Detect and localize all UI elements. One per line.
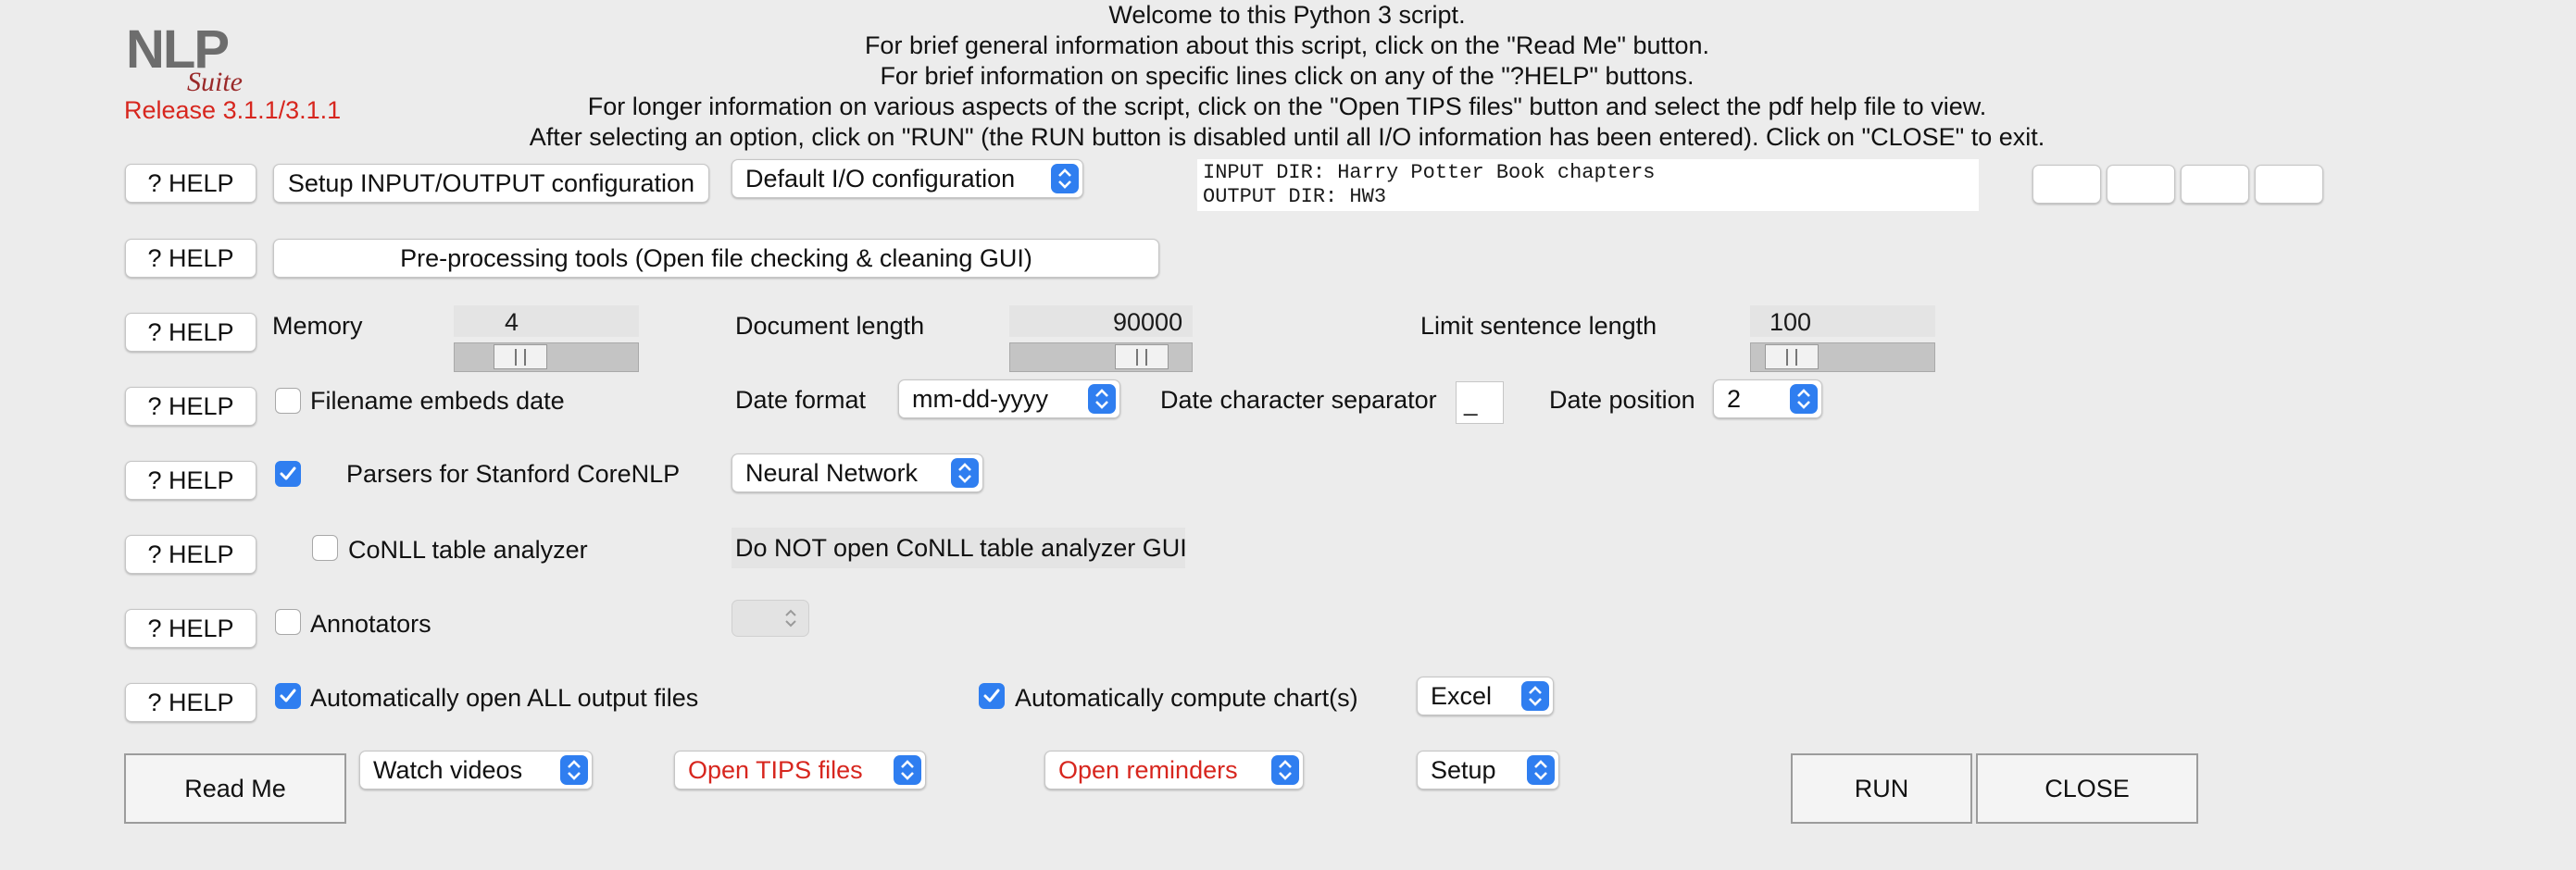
- input-dir-text: INPUT DIR: Harry Potter Book chapters: [1203, 161, 1656, 184]
- document-length-value: 90000: [1113, 308, 1183, 336]
- conll-analyzer-checkbox[interactable]: [312, 535, 338, 561]
- open-all-output-label: Automatically open ALL output files: [310, 684, 699, 712]
- release-label: Release 3.1.1/3.1.1: [124, 96, 342, 124]
- chart-package-select[interactable]: Excel: [1417, 677, 1554, 715]
- io-config-select[interactable]: Default I/O configuration: [732, 159, 1083, 198]
- setup-value: Setup: [1431, 755, 1496, 784]
- document-length-label: Document length: [735, 312, 925, 340]
- checkmark-icon: [983, 689, 1000, 702]
- annotators-label: Annotators: [310, 610, 431, 638]
- io-info-box: INPUT DIR: Harry Potter Book chapters OU…: [1197, 159, 1979, 211]
- stepper-arrows-icon: [1521, 681, 1549, 711]
- date-format-value: mm-dd-yyyy: [912, 384, 1048, 413]
- sentence-length-slider[interactable]: [1750, 342, 1935, 372]
- checkmark-icon: [280, 466, 296, 480]
- intro-line: For brief information on specific lines …: [880, 62, 1694, 90]
- intro-line: For longer information on various aspect…: [587, 93, 1987, 120]
- help-button-annotators[interactable]: ? HELP: [125, 609, 256, 648]
- parsers-checkbox[interactable]: [275, 461, 301, 487]
- parsers-label: Parsers for Stanford CoreNLP: [346, 460, 681, 488]
- shortcut-button-2[interactable]: [2107, 165, 2175, 204]
- stepper-arrows-icon: [1527, 755, 1555, 785]
- parser-type-value: Neural Network: [745, 458, 919, 487]
- memory-label: Memory: [272, 312, 363, 340]
- help-button-date[interactable]: ? HELP: [125, 387, 256, 426]
- watch-videos-value: Watch videos: [373, 755, 523, 784]
- help-button-memory[interactable]: ? HELP: [125, 313, 256, 352]
- date-position-select[interactable]: 2: [1713, 379, 1822, 418]
- compute-charts-checkbox[interactable]: [979, 683, 1005, 709]
- shortcut-button-3[interactable]: [2181, 165, 2249, 204]
- intro-line: After selecting an option, click on "RUN…: [529, 123, 2045, 151]
- intro-line: Welcome to this Python 3 script.: [1108, 1, 1466, 29]
- help-button-output[interactable]: ? HELP: [125, 683, 256, 722]
- intro-text: Welcome to this Python 3 script. For bri…: [407, 0, 2167, 153]
- sentence-length-label: Limit sentence length: [1420, 312, 1657, 340]
- shortcut-button-1[interactable]: [2032, 165, 2101, 204]
- stepper-arrows-icon: [951, 458, 979, 488]
- read-me-button[interactable]: Read Me: [124, 753, 346, 824]
- memory-slider[interactable]: [454, 342, 639, 372]
- close-button[interactable]: CLOSE: [1976, 753, 2198, 824]
- date-position-label: Date position: [1549, 386, 1695, 414]
- compute-charts-label: Automatically compute chart(s): [1015, 684, 1358, 712]
- watch-videos-select[interactable]: Watch videos: [359, 751, 593, 789]
- annotators-checkbox[interactable]: [275, 609, 301, 635]
- open-tips-value: Open TIPS files: [688, 755, 863, 784]
- nlp-suite-logo: NLP Suite: [126, 19, 274, 97]
- output-dir-text: OUTPUT DIR: HW3: [1203, 185, 1387, 208]
- slider-thumb[interactable]: [494, 344, 547, 369]
- date-separator-input[interactable]: _: [1456, 381, 1504, 424]
- io-config-value: Default I/O configuration: [745, 164, 1016, 193]
- chart-package-value: Excel: [1431, 681, 1493, 710]
- date-format-label: Date format: [735, 386, 867, 414]
- date-separator-label: Date character separator: [1160, 386, 1437, 414]
- stepper-arrows-icon: [1271, 755, 1299, 785]
- conll-status-text: Do NOT open CoNLL table analyzer GUI: [735, 534, 1187, 562]
- date-position-value: 2: [1727, 384, 1742, 413]
- help-button-io[interactable]: ? HELP: [125, 164, 256, 203]
- logo-sub-text: Suite: [187, 67, 243, 97]
- open-reminders-select[interactable]: Open reminders: [1044, 751, 1304, 789]
- stepper-arrows-icon: [894, 755, 921, 785]
- parser-type-select[interactable]: Neural Network: [732, 454, 983, 492]
- setup-io-button[interactable]: Setup INPUT/OUTPUT configuration: [273, 164, 709, 203]
- help-button-conll[interactable]: ? HELP: [125, 535, 256, 574]
- slider-thumb[interactable]: [1115, 344, 1169, 369]
- help-button-parsers[interactable]: ? HELP: [125, 461, 256, 500]
- open-reminders-value: Open reminders: [1058, 755, 1238, 784]
- filename-embeds-date-label: Filename embeds date: [310, 387, 565, 415]
- preprocessing-tools-button[interactable]: Pre-processing tools (Open file checking…: [273, 239, 1159, 278]
- sentence-length-value: 100: [1769, 308, 1812, 336]
- conll-analyzer-label: CoNLL table analyzer: [348, 536, 588, 564]
- memory-value: 4: [505, 308, 519, 336]
- stepper-arrows-icon: [777, 603, 805, 633]
- date-format-select[interactable]: mm-dd-yyyy: [898, 379, 1120, 418]
- open-tips-select[interactable]: Open TIPS files: [674, 751, 926, 789]
- memory-value-bg: [454, 305, 639, 337]
- filename-embeds-date-checkbox[interactable]: [275, 388, 301, 414]
- document-length-slider[interactable]: [1009, 342, 1193, 372]
- checkmark-icon: [280, 689, 296, 702]
- help-button-preprocessing[interactable]: ? HELP: [125, 239, 256, 278]
- stepper-arrows-icon: [1051, 164, 1079, 193]
- stepper-arrows-icon: [1088, 384, 1116, 414]
- annotators-select[interactable]: [732, 600, 809, 637]
- stepper-arrows-icon: [560, 755, 588, 785]
- intro-line: For brief general information about this…: [864, 31, 1710, 59]
- slider-thumb[interactable]: [1765, 344, 1819, 369]
- stepper-arrows-icon: [1790, 384, 1818, 414]
- run-button[interactable]: RUN: [1791, 753, 1972, 824]
- shortcut-button-4[interactable]: [2255, 165, 2323, 204]
- setup-select[interactable]: Setup: [1417, 751, 1559, 789]
- open-all-output-checkbox[interactable]: [275, 683, 301, 709]
